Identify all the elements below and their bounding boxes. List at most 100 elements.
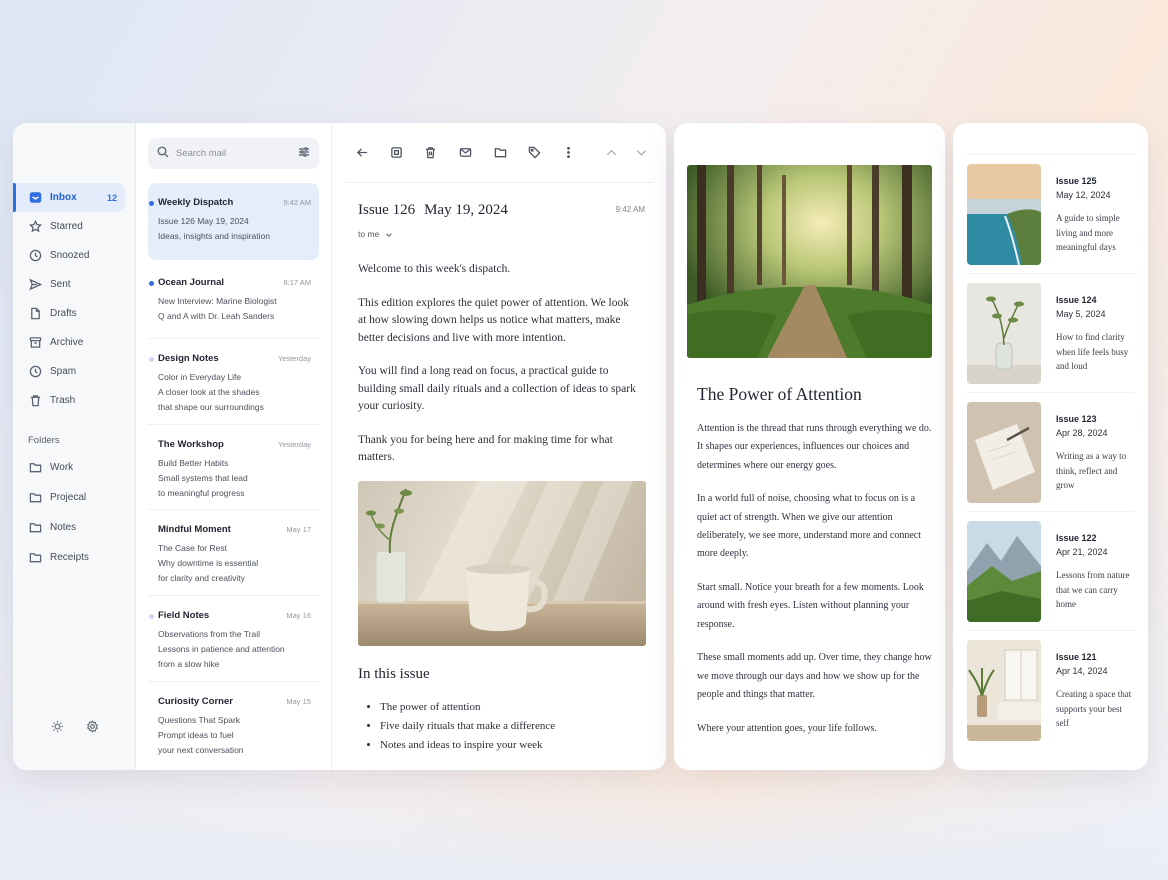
message-time: May 16 [286,611,311,620]
body-paragraph: Thank you for being here and for making … [358,433,613,464]
sun-icon[interactable] [51,720,64,738]
sidebar-item-label: Sent [50,279,71,290]
issue-date: Apr 21, 2024 [1056,547,1108,557]
message-preview-line: for clarity and creativity [158,573,245,583]
sidebar-item-drafts[interactable]: Drafts [13,299,125,328]
list-item: Notes and ideas to inspire your week [380,736,555,755]
issue-number: Issue 123 [1056,414,1097,424]
sidebar-folder-projecal[interactable]: Projecal [13,482,125,512]
plant-vase-thumbnail [967,283,1041,384]
message-item[interactable]: The Workshop Yesterday Build Better Habit… [148,425,319,510]
article-paragraph: These small moments add up. Over time, t… [697,652,932,701]
message-sender: Curiosity Corner [158,696,233,707]
mark-read-icon[interactable] [459,146,473,160]
message-time: May 15 [286,697,311,706]
message-preview-line: Small systems that lead [158,473,248,483]
sidebar-item-trash[interactable]: Trash [13,386,125,415]
body-paragraph: You will find a long read on focus, a pr… [358,365,636,412]
message-timestamp: 9:42 AM [615,205,645,214]
message-preview-line: your next conversation [158,745,244,755]
chevron-down-icon [385,233,392,237]
sidebar-item-spam[interactable]: Spam [13,357,125,386]
sidebar-item-inbox[interactable]: Inbox 12 [13,183,125,212]
article-paragraph: Where your attention goes, your life fol… [697,722,877,734]
sidebar-item-label: Drafts [50,308,77,319]
message-item[interactable]: Design Notes Yesterday Color in Everyday … [148,339,319,425]
message-time: Yesterday [277,440,311,449]
issue-card[interactable]: Issue 122 Apr 21, 2024 Lessons from natu… [966,511,1134,629]
sidebar-item-label: Work [50,461,74,473]
folder-icon [28,520,42,534]
issue-number: Issue 124 [1056,295,1097,305]
sidebar-item-sent[interactable]: Sent [13,270,125,299]
article-paragraph: In a world full of noise, choosing what … [697,493,921,560]
sidebar-folder-notes[interactable]: Notes [13,512,125,542]
message-preview-line: Ideas, insights and inspiration [158,231,270,241]
file-icon [28,307,42,321]
message-sender: Weekly Dispatch [158,197,234,208]
chevron-up-icon[interactable] [605,146,619,160]
issue-number: Issue 122 [1056,533,1097,543]
message-preview-line: Observations from the Trail [158,629,261,639]
message-item[interactable]: Mindful Moment May 17 The Case for Rest W… [148,510,319,596]
message-item[interactable]: Curiosity Corner May 15 Questions That Sp… [148,682,319,770]
message-preview-line: Prompt ideas to fuel [158,730,234,740]
archive-icon[interactable] [390,146,404,160]
gear-icon[interactable] [86,720,99,738]
message-preview-line: from a slow hike [158,659,220,669]
message-item[interactable]: Ocean Journal 8:17 AM New Interview: Mari… [148,260,319,339]
back-arrow-icon[interactable] [356,146,370,160]
article-title: The Power of Attention [697,384,862,404]
search-input[interactable]: Search mail [176,148,298,159]
filter-icon[interactable] [298,145,310,163]
search-box[interactable]: Search mail [148,138,319,169]
clock-icon [28,249,42,263]
recipient-dropdown[interactable]: to me [358,229,393,239]
article-body: Attention is the thread that runs throug… [697,420,935,754]
message-list: Search mail Weekly Dispatch 9:42 AM Issue… [136,123,332,770]
background-fade [0,770,1168,880]
message-sender: Mindful Moment [158,524,231,535]
issue-description: Creating a space that supports your best… [1056,689,1132,728]
folder-icon [28,460,42,474]
message-preview-line: New Interview: Marine Biologist [158,296,277,306]
sidebar-folder-receipts[interactable]: Receipts [13,542,125,572]
in-this-issue-heading: In this issue [358,666,430,682]
issue-card[interactable]: Issue 124 May 5, 2024 How to find clarit… [966,273,1134,391]
message-item[interactable]: Weekly Dispatch 9:42 AM Issue 126 May 19,… [148,183,319,260]
folder-icon [28,490,42,504]
article-pane: The Power of Attention Attention is the … [674,123,945,770]
message-time: 9:42 AM [283,198,311,207]
issue-card[interactable]: Issue 121 Apr 14, 2024 Creating a space … [966,630,1134,748]
coastline-thumbnail [967,164,1041,265]
sidebar-folder-work[interactable]: Work [13,452,125,482]
message-body: Welcome to this week's dispatch. This ed… [358,261,638,483]
message-subject: Issue 126 May 19, 2024 [358,202,508,219]
sidebar-item-label: Trash [50,395,76,406]
tag-icon[interactable] [528,146,542,160]
more-vertical-icon[interactable] [562,146,576,160]
message-sender: The Workshop [158,439,224,450]
folders-heading: Folders [28,435,60,446]
issue-card[interactable]: Issue 123 Apr 28, 2024 Writing as a way … [966,392,1134,510]
issue-description: Lessons from nature that we can carry ho… [1056,570,1130,609]
chevron-down-icon[interactable] [635,146,649,160]
issue-date: May 19, 2024 [424,202,508,218]
issue-description: How to find clarity when life feels busy… [1056,332,1129,371]
message-preview-line: The Case for Rest [158,543,227,553]
past-issues-pane: Issue 125 May 12, 2024 A guide to simple… [953,123,1148,770]
sidebar-item-snoozed[interactable]: Snoozed [13,241,125,270]
issue-card[interactable]: Issue 125 May 12, 2024 A guide to simple… [966,154,1134,272]
sidebar-item-label: Archive [50,337,84,348]
sidebar-footer [51,720,99,738]
trash-icon[interactable] [424,146,438,160]
message-item[interactable]: Field Notes May 16 Observations from the … [148,596,319,682]
sidebar-item-archive[interactable]: Archive [13,328,125,357]
read-dot [149,357,154,362]
folder-icon[interactable] [494,146,508,160]
sidebar-item-label: Receipts [50,551,89,563]
living-room-thumbnail [967,640,1041,741]
sidebar-item-label: Starred [50,221,83,232]
message-preview-line: Q and A with Dr. Leah Sanders [158,311,275,321]
sidebar-item-starred[interactable]: Starred [13,212,125,241]
